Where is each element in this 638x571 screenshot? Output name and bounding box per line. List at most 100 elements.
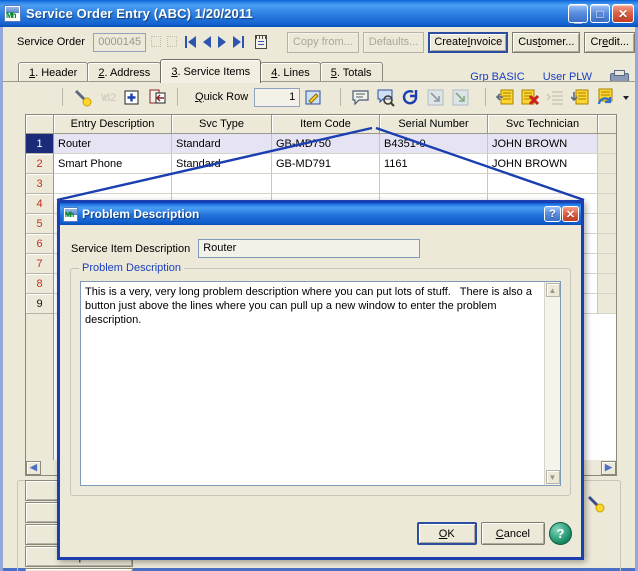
row-number[interactable]: 4 (26, 194, 54, 214)
scroll-right-button[interactable]: ▶ (601, 460, 616, 475)
row-number[interactable]: 6 (26, 234, 54, 254)
tab-service-items[interactable]: 3. Service Items (160, 59, 262, 83)
window-controls: _ □ ✕ (568, 4, 636, 24)
toolbar-separator-2 (177, 88, 178, 106)
quick-row-label: Quick Row (195, 91, 249, 103)
nav-first-button[interactable] (184, 36, 196, 48)
dialog-action-buttons: OK Cancel ? (416, 522, 572, 545)
table-row[interactable]: 3 (26, 174, 616, 194)
row-number[interactable]: 9 (26, 294, 54, 314)
problem-description-textarea[interactable]: This is a very, very long problem descri… (80, 281, 561, 486)
grid-header-svc-technician[interactable]: Svc Technician (488, 115, 598, 134)
grid-header-item-code[interactable]: Item Code (272, 115, 380, 134)
comment-icon[interactable] (351, 88, 370, 107)
quick-row-edit-icon[interactable] (304, 88, 323, 107)
row-number[interactable]: 3 (26, 174, 54, 194)
ok-button[interactable]: OK (416, 522, 477, 545)
tab-header[interactable]: 1. Header (18, 62, 89, 83)
cell-serial-number[interactable]: 1161 (380, 154, 488, 174)
first-record-icon (187, 36, 196, 48)
row-insert-icon[interactable] (496, 88, 515, 107)
cell-item-code[interactable]: GB-MD750 (272, 134, 380, 154)
dialog-close-button[interactable]: ✕ (562, 206, 579, 222)
comment-search-icon[interactable] (376, 88, 395, 107)
chevron-down-icon[interactable] (621, 88, 631, 107)
cell-serial-number[interactable]: B4351-0 (380, 134, 488, 154)
tab-totals[interactable]: 5. Totals (319, 62, 383, 83)
wand-icon[interactable] (73, 88, 92, 107)
cell-item-code[interactable]: GB-MD791 (272, 154, 380, 174)
scroll-left-button[interactable]: ◀ (26, 460, 41, 475)
cancel-button[interactable]: Cancel (480, 522, 545, 545)
cell-entry-description[interactable]: Smart Phone (54, 154, 172, 174)
service-order-input[interactable]: 0000145 (92, 32, 147, 52)
scroll-down-button[interactable]: ▼ (545, 470, 560, 484)
maximize-button[interactable]: □ (590, 4, 610, 23)
lookup-icon[interactable] (148, 33, 162, 51)
row-number[interactable]: 1 (26, 134, 54, 154)
calendar-icon[interactable] (254, 35, 267, 49)
tab-lines[interactable]: 4. Lines (260, 62, 321, 83)
search-template-glyph (166, 36, 177, 47)
grid-header-svc-type[interactable]: Svc Type (172, 115, 272, 134)
dialog-titlebar[interactable]: Problem Description ? ✕ (60, 203, 581, 225)
row-number[interactable]: 5 (26, 214, 54, 234)
row-number[interactable]: 7 (26, 254, 54, 274)
row-number[interactable]: 2 (26, 154, 54, 174)
row-sort-icon[interactable] (596, 88, 615, 107)
service-item-description-label: Service Item Description (71, 242, 191, 255)
quick-row-input[interactable]: 1 (254, 87, 301, 107)
window-title: Service Order Entry (ABC) 1/20/2011 (26, 6, 253, 21)
row-indent-icon (546, 88, 565, 107)
defaults-button[interactable]: Defaults... (362, 31, 425, 53)
close-button[interactable]: ✕ (612, 4, 634, 23)
textarea-vertical-scrollbar[interactable]: ▲ ▼ (544, 282, 560, 485)
cell-svc-type[interactable]: Standard (172, 134, 272, 154)
cell-spacer (598, 134, 616, 154)
row-delete-icon[interactable] (521, 88, 540, 107)
tab-strip: 1. Header 2. Address 3. Service Items 4.… (3, 57, 635, 83)
add-row-icon[interactable] (123, 88, 142, 107)
grid-header-entry-description[interactable]: Entry Description (54, 115, 172, 134)
cell-item-code[interactable] (272, 174, 380, 194)
table-row[interactable]: 2 Smart Phone Standard GB-MD791 1161 JOH… (26, 154, 616, 174)
refresh-icon[interactable] (401, 88, 420, 107)
cell-entry-description[interactable]: Router (54, 134, 172, 154)
tab-address[interactable]: 2. Address (87, 62, 162, 83)
dialog-body: Service Item Description Router Problem … (60, 225, 581, 557)
cell-svc-technician[interactable] (488, 174, 598, 194)
problem-description-text[interactable]: This is a very, very long problem descri… (81, 282, 544, 485)
cell-spacer (598, 194, 616, 214)
copy-from-button[interactable]: Copy from... (286, 31, 359, 53)
row-number[interactable]: 8 (26, 274, 54, 294)
table-row[interactable]: 1 Router Standard GB-MD750 B4351-0 JOHN … (26, 134, 616, 154)
create-invoice-button[interactable]: Create Invoice (428, 31, 509, 53)
minimize-button[interactable]: _ (568, 4, 588, 24)
cell-svc-type[interactable] (172, 174, 272, 194)
window-titlebar[interactable]: Service Order Entry (ABC) 1/20/2011 _ □ … (0, 0, 638, 27)
cell-svc-type[interactable]: Standard (172, 154, 272, 174)
credit-button[interactable]: Cr e dit... (584, 31, 635, 53)
help-button[interactable]: ? (549, 522, 572, 545)
cell-entry-description[interactable] (54, 174, 172, 194)
problem-description-group: Problem Description This is a very, very… (70, 262, 571, 496)
cell-serial-number[interactable] (380, 174, 488, 194)
scroll-up-button[interactable]: ▲ (545, 283, 560, 297)
wand-icon-detail[interactable] (587, 495, 605, 513)
cell-svc-technician[interactable]: JOHN BROWN (488, 134, 598, 154)
row-move-icon[interactable] (571, 88, 590, 107)
insert-row-icon[interactable] (148, 88, 167, 107)
grid-header-serial-number[interactable]: Serial Number (380, 115, 488, 134)
next-record-icon[interactable] (217, 36, 226, 48)
service-order-label: Service Order (17, 36, 85, 48)
last-record-icon (232, 36, 241, 48)
nav-last-button[interactable] (232, 36, 244, 48)
cell-svc-technician[interactable]: JOHN BROWN (488, 154, 598, 174)
customer-button[interactable]: Cus t omer... (512, 31, 581, 53)
search-template-icon[interactable] (164, 33, 177, 51)
cell-spacer (598, 234, 616, 254)
dialog-help-button[interactable]: ? (544, 206, 561, 222)
close-icon: ✕ (565, 208, 576, 221)
service-item-description-input[interactable]: Router (198, 239, 421, 258)
previous-record-icon[interactable] (202, 36, 211, 48)
